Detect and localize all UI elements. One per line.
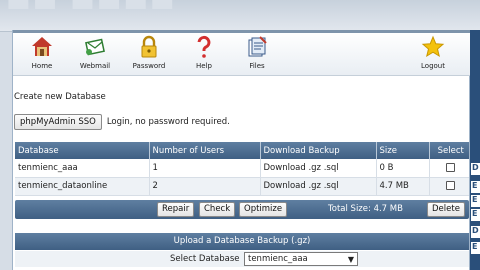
repair-button[interactable]: Repair (157, 202, 195, 217)
database-table: Database Number of Users Download Backup… (15, 142, 469, 196)
right-sidebar-item[interactable]: D (471, 163, 480, 175)
user-count: 1 (149, 159, 261, 178)
select-checkbox[interactable] (446, 181, 456, 190)
download-links[interactable]: Download .gz .sql (260, 177, 377, 196)
nav-password-button[interactable]: Password (124, 35, 174, 77)
database-select[interactable]: tenmienc_aaa ▼ (244, 252, 358, 266)
right-sidebar-item[interactable]: E (471, 209, 480, 221)
files-icon (248, 36, 267, 57)
lock-icon (141, 35, 157, 58)
create-database-link[interactable]: Create new Database (14, 92, 106, 102)
nav-files-button[interactable]: Files (232, 35, 282, 77)
table-header-row: Database Number of Users Download Backup… (15, 142, 469, 159)
sso-row: phpMyAdmin SSO Login, no password requir… (14, 113, 230, 131)
database-name[interactable]: tenmienc_dataonline (15, 177, 150, 196)
upload-select-row: Select Database tenmienc_aaa ▼ (15, 251, 469, 267)
db-size: 4.7 MB (376, 177, 430, 196)
download-links[interactable]: Download .gz .sql (260, 159, 377, 178)
nav-help-button[interactable]: Help (179, 35, 229, 77)
help-icon (197, 35, 211, 58)
nav-toolbar: Home Webmail Password Help Files Logout (13, 30, 471, 76)
select-cell (429, 177, 469, 196)
phpmyadmin-sso-button[interactable]: phpMyAdmin SSO (14, 114, 102, 130)
check-button[interactable]: Check (199, 202, 236, 217)
main-panel: Home Webmail Password Help Files Logout … (12, 30, 471, 270)
nav-webmail-label: Webmail (79, 62, 111, 70)
nav-password-label: Password (132, 62, 166, 70)
top-banner: ▬▬ ▬▬▬▬ (0, 0, 480, 32)
nav-logout-button[interactable]: Logout (408, 35, 458, 77)
nav-home-button[interactable]: Home (17, 35, 67, 77)
nav-help-label: Help (196, 62, 212, 70)
home-icon (32, 37, 52, 56)
total-size: Total Size: 4.7 MB (328, 204, 403, 214)
nav-home-label: Home (31, 62, 53, 70)
star-icon (421, 35, 445, 58)
delete-button[interactable]: Delete (427, 202, 465, 217)
right-sidebar-item[interactable]: E (471, 181, 480, 193)
table-action-bar: Repair Check Optimize Total Size: 4.7 MB… (15, 200, 469, 219)
select-database-label: Select Database (170, 254, 240, 264)
col-database[interactable]: Database (15, 142, 150, 159)
database-select-value: tenmienc_aaa (248, 254, 308, 264)
user-count: 2 (149, 177, 261, 196)
col-users[interactable]: Number of Users (149, 142, 261, 159)
select-cell (429, 159, 469, 178)
chevron-down-icon: ▼ (347, 255, 354, 264)
right-sidebar-item[interactable]: D (471, 226, 480, 238)
nav-files-label: Files (249, 62, 265, 70)
right-sidebar-item[interactable]: E (471, 195, 480, 207)
optimize-button[interactable]: Optimize (239, 202, 288, 217)
col-select: Select (429, 142, 469, 159)
col-size[interactable]: Size (376, 142, 430, 159)
right-sidebar-item[interactable]: E (471, 242, 480, 254)
nav-webmail-button[interactable]: Webmail (70, 35, 120, 77)
table-row: tenmienc_dataonline 2 Download .gz .sql … (15, 177, 469, 196)
table-row: tenmienc_aaa 1 Download .gz .sql 0 B (15, 159, 469, 178)
select-checkbox[interactable] (446, 162, 456, 172)
sso-description: Login, no password required. (106, 117, 230, 127)
banner-logo: ▬▬ ▬▬▬▬ (6, 0, 177, 18)
webmail-icon (85, 38, 105, 56)
upload-backup-header: Upload a Database Backup (.gz) (15, 233, 469, 250)
col-download: Download Backup (260, 142, 377, 159)
database-name[interactable]: tenmienc_aaa (15, 159, 150, 178)
nav-logout-label: Logout (421, 62, 445, 70)
db-size: 0 B (376, 159, 430, 178)
